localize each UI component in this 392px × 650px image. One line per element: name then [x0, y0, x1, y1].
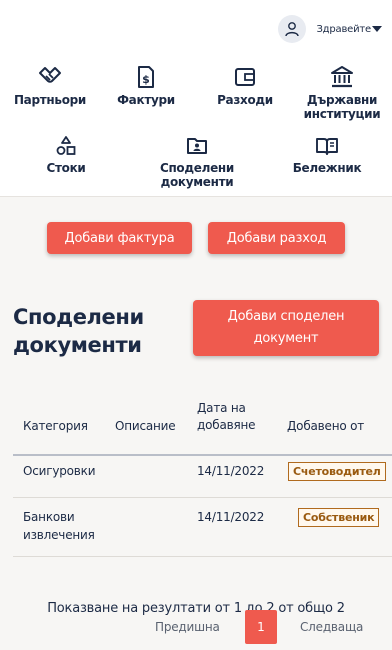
cell-category: Осигуровки	[23, 464, 96, 478]
cell-category: Банкови извлечения	[23, 508, 95, 544]
row-divider	[13, 556, 392, 557]
shapes-icon	[56, 136, 76, 155]
nav-label-shared-line2: документи	[160, 175, 234, 189]
nav-item-institutions[interactable]: Държавни институции	[300, 66, 384, 121]
chevron-down-icon[interactable]	[372, 26, 382, 32]
add-expense-button[interactable]: Добави разход	[208, 222, 345, 254]
added-by-badge: Счетоводител	[288, 462, 386, 481]
column-header-date-line1: Дата на	[197, 401, 246, 415]
nav-item-expenses[interactable]: Разходи	[207, 66, 283, 107]
column-header-category[interactable]: Категория	[23, 418, 88, 435]
main-navigation: Партньори $ Фактури Разходи Държавни инс…	[0, 58, 392, 196]
section-title-line1: Споделени	[13, 305, 144, 329]
nav-label-institutions-line1: Държавни	[306, 93, 378, 107]
section-title-line2: документи	[13, 333, 142, 357]
add-shared-document-label-line1: Добави споделен	[227, 309, 345, 324]
nav-item-partners[interactable]: Партньори	[12, 66, 88, 107]
section-divider	[0, 196, 392, 197]
column-header-date[interactable]: Дата на добавяне	[197, 400, 256, 434]
next-page-button[interactable]: Следваща	[300, 620, 363, 634]
cell-date: 14/11/2022	[197, 510, 265, 524]
nav-label-goods: Стоки	[46, 161, 86, 175]
nav-item-invoices[interactable]: $ Фактури	[108, 66, 184, 107]
previous-page-button[interactable]: Предишна	[155, 620, 220, 634]
results-summary: Показване на резултати от 1 до 2 от общо…	[47, 601, 345, 616]
nav-label-shared-line1: Споделени	[159, 161, 235, 175]
cell-date: 14/11/2022	[197, 464, 265, 478]
bank-icon	[331, 66, 353, 88]
row-divider	[13, 497, 392, 498]
user-menu[interactable]: Здравейте	[278, 15, 382, 43]
nav-item-shared-documents[interactable]: Споделени документи	[152, 136, 242, 189]
nav-label-expenses: Разходи	[217, 93, 273, 107]
added-by-badge: Собственик	[298, 508, 380, 527]
nav-item-notebook[interactable]: Бележник	[287, 136, 367, 175]
shared-folder-icon	[187, 138, 207, 154]
nav-label-partners: Партньори	[13, 93, 87, 107]
add-shared-document-button[interactable]: Добави споделен документ	[193, 300, 379, 356]
add-shared-document-label-line2: документ	[253, 331, 319, 346]
nav-label-notebook: Бележник	[292, 161, 362, 175]
header-divider	[13, 454, 392, 456]
add-invoice-button[interactable]: Добави фактура	[47, 222, 192, 254]
cell-category-line1: Банкови	[23, 510, 75, 524]
section-title: Споделени документи	[13, 303, 144, 359]
column-header-description[interactable]: Описание	[115, 418, 176, 435]
nav-label-institutions-line2: институции	[303, 107, 381, 121]
cell-category-line2: извлечения	[23, 528, 95, 542]
page-1-button[interactable]: 1	[245, 610, 277, 644]
handshake-icon	[39, 67, 61, 83]
user-icon	[278, 15, 307, 43]
nav-item-goods[interactable]: Стоки	[28, 136, 104, 175]
invoice-icon: $	[138, 66, 154, 88]
top-bar: Здравейте	[0, 0, 392, 58]
column-header-added-by[interactable]: Добавено от	[287, 418, 364, 435]
greeting-text: Здравейте	[316, 23, 371, 35]
column-header-date-line2: добавяне	[197, 418, 256, 432]
nav-label-invoices: Фактури	[117, 93, 175, 107]
open-book-icon	[316, 138, 338, 155]
svg-text:$: $	[142, 73, 150, 86]
wallet-icon	[235, 68, 255, 86]
